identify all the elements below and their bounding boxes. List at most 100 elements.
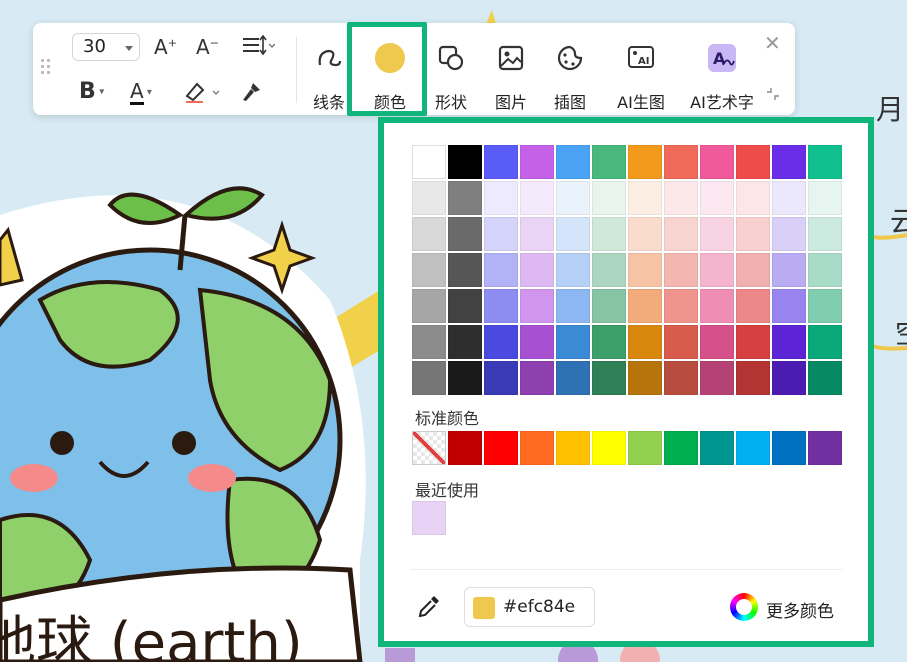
color-swatch[interactable] [736, 361, 770, 395]
color-swatch[interactable] [484, 325, 518, 359]
color-swatch[interactable] [484, 145, 518, 179]
tool-ai-art[interactable]: A AI艺术字 [690, 31, 754, 112]
eyedropper-icon[interactable] [416, 593, 442, 621]
color-swatch[interactable] [592, 145, 626, 179]
color-swatch[interactable] [556, 289, 590, 323]
color-swatch[interactable] [448, 431, 482, 465]
color-swatch[interactable] [664, 431, 698, 465]
drag-handle-icon[interactable] [41, 59, 53, 79]
color-swatch[interactable] [520, 431, 554, 465]
color-swatch[interactable] [736, 181, 770, 215]
color-swatch[interactable] [808, 217, 842, 251]
node-text-moon[interactable]: 月 [876, 88, 904, 128]
color-swatch[interactable] [592, 253, 626, 287]
color-swatch[interactable] [772, 289, 806, 323]
color-swatch[interactable] [556, 253, 590, 287]
color-swatch[interactable] [808, 325, 842, 359]
color-swatch[interactable] [700, 361, 734, 395]
color-swatch[interactable] [556, 145, 590, 179]
color-swatch[interactable] [412, 217, 446, 251]
color-swatch[interactable] [700, 217, 734, 251]
color-swatch[interactable] [628, 325, 662, 359]
color-swatch[interactable] [412, 361, 446, 395]
color-swatch[interactable] [592, 431, 626, 465]
highlight-button[interactable] [183, 80, 223, 109]
color-swatch[interactable] [448, 289, 482, 323]
color-swatch[interactable] [484, 253, 518, 287]
color-swatch[interactable] [628, 181, 662, 215]
color-swatch[interactable] [484, 181, 518, 215]
color-swatch[interactable] [448, 361, 482, 395]
color-swatch[interactable] [736, 217, 770, 251]
color-swatch[interactable] [556, 361, 590, 395]
color-swatch[interactable] [808, 431, 842, 465]
hex-input[interactable]: #efc84e [464, 587, 595, 627]
color-swatch[interactable] [772, 325, 806, 359]
color-swatch[interactable] [448, 217, 482, 251]
close-icon[interactable]: ✕ [764, 31, 781, 55]
decrease-font-button[interactable]: A− [196, 35, 219, 59]
color-swatch[interactable] [412, 253, 446, 287]
color-swatch[interactable] [448, 181, 482, 215]
tool-illustration[interactable]: 插图 [538, 31, 602, 112]
color-swatch[interactable] [592, 181, 626, 215]
tool-ai-image[interactable]: AI AI生图 [609, 31, 673, 112]
no-color-swatch[interactable] [412, 431, 446, 465]
color-swatch[interactable] [592, 325, 626, 359]
color-swatch[interactable] [772, 217, 806, 251]
color-swatch[interactable] [664, 181, 698, 215]
color-swatch[interactable] [628, 361, 662, 395]
color-swatch[interactable] [556, 181, 590, 215]
color-swatch[interactable] [700, 145, 734, 179]
color-swatch[interactable] [700, 253, 734, 287]
color-swatch[interactable] [556, 325, 590, 359]
node-text-sky[interactable]: 空 [895, 312, 907, 352]
increase-font-button[interactable]: A+ [154, 35, 177, 59]
color-swatch[interactable] [448, 253, 482, 287]
color-swatch[interactable] [772, 145, 806, 179]
color-swatch[interactable] [628, 145, 662, 179]
color-swatch[interactable] [484, 431, 518, 465]
color-swatch[interactable] [556, 217, 590, 251]
color-swatch[interactable] [664, 325, 698, 359]
color-swatch[interactable] [664, 145, 698, 179]
color-swatch[interactable] [520, 145, 554, 179]
color-swatch[interactable] [700, 325, 734, 359]
color-swatch[interactable] [412, 289, 446, 323]
color-swatch[interactable] [484, 289, 518, 323]
tool-image[interactable]: 图片 [479, 31, 543, 112]
color-swatch[interactable] [520, 289, 554, 323]
color-swatch[interactable] [772, 361, 806, 395]
color-swatch[interactable] [664, 361, 698, 395]
color-swatch[interactable] [628, 289, 662, 323]
color-swatch[interactable] [520, 181, 554, 215]
earth-title-text[interactable]: 地球 (earth) [0, 598, 303, 662]
color-swatch[interactable] [700, 431, 734, 465]
color-swatch[interactable] [808, 253, 842, 287]
color-swatch[interactable] [556, 431, 590, 465]
color-swatch[interactable] [484, 217, 518, 251]
color-swatch[interactable] [664, 217, 698, 251]
color-swatch[interactable] [412, 325, 446, 359]
color-swatch[interactable] [520, 253, 554, 287]
recent-color-swatch[interactable] [412, 501, 446, 535]
color-swatch[interactable] [736, 325, 770, 359]
color-swatch[interactable] [808, 361, 842, 395]
color-swatch[interactable] [736, 253, 770, 287]
color-swatch[interactable] [664, 289, 698, 323]
color-swatch[interactable] [628, 217, 662, 251]
font-size-select[interactable]: 30 [72, 33, 140, 61]
color-swatch[interactable] [808, 145, 842, 179]
color-swatch[interactable] [412, 145, 446, 179]
collapse-icon[interactable] [765, 86, 781, 102]
tool-shape[interactable]: 形状 [419, 31, 483, 112]
color-swatch[interactable] [592, 217, 626, 251]
color-swatch[interactable] [448, 145, 482, 179]
color-swatch[interactable] [520, 325, 554, 359]
color-swatch[interactable] [772, 181, 806, 215]
color-swatch[interactable] [736, 289, 770, 323]
color-swatch[interactable] [484, 361, 518, 395]
color-swatch[interactable] [700, 289, 734, 323]
bold-button[interactable]: B ▾ [79, 79, 104, 104]
color-swatch[interactable] [412, 181, 446, 215]
